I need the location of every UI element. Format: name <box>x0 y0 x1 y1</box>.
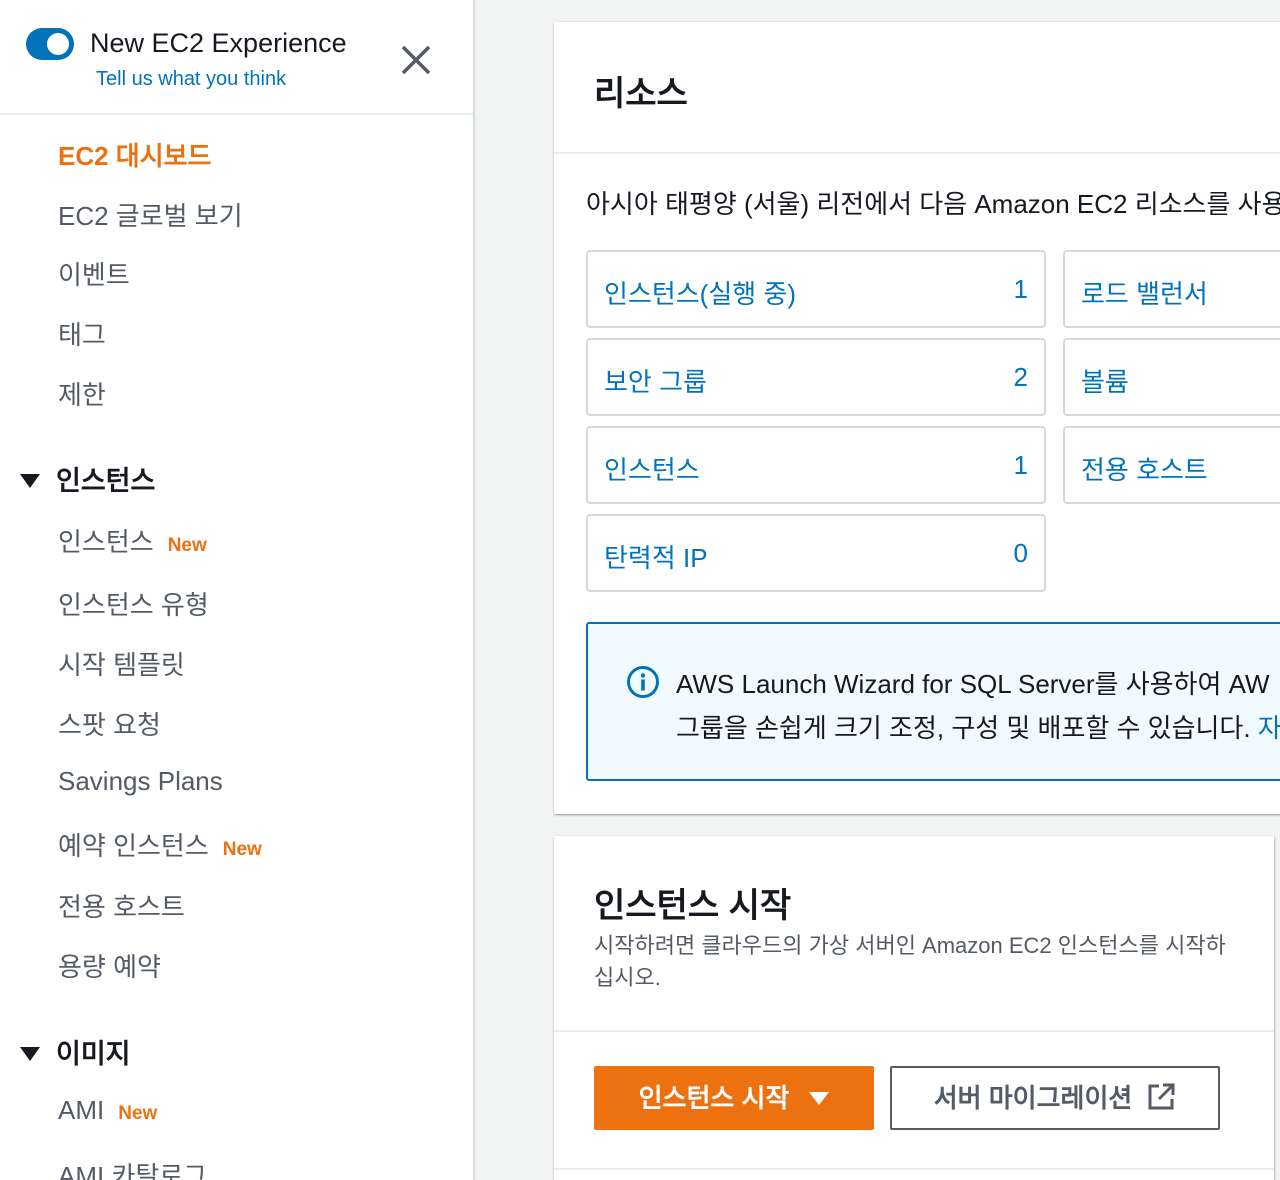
navigation-sidebar: New EC2 Experience Tell us what you thin… <box>0 0 475 1180</box>
divider <box>554 1168 1274 1170</box>
launch-title: 인스턴스 시작 <box>594 887 792 925</box>
new-badge: New <box>222 839 262 860</box>
close-icon[interactable] <box>396 40 436 80</box>
sidebar-item-ec2-global-view[interactable]: EC2 글로벌 보기 <box>58 196 243 233</box>
tile-label: 전용 호스트 <box>1081 455 1208 485</box>
info-alert: AWS Launch Wizard for SQL Server를 사용하여 A… <box>586 622 1280 781</box>
sidebar-item-instance-types[interactable]: 인스턴스 유형 <box>58 585 209 622</box>
button-label: 서버 마이그레이션 <box>933 1083 1133 1113</box>
sidebar-item-ec2-dashboard[interactable]: EC2 대시보드 <box>58 136 211 173</box>
launch-instance-button[interactable]: 인스턴스 시작 <box>594 1066 874 1130</box>
resources-card: 리소스 아시아 태평양 (서울) 리전에서 다음 Amazon EC2 리소스를… <box>554 22 1280 814</box>
sidebar-item-savings-plans[interactable]: Savings Plans <box>58 766 223 797</box>
new-experience-toggle[interactable] <box>26 28 74 60</box>
resources-header: 리소스 <box>554 22 1280 154</box>
sidebar-item-label: AMI <box>58 1095 105 1125</box>
tile-label: 보안 그룹 <box>604 367 707 397</box>
info-text-line1: AWS Launch Wizard for SQL Server를 사용하여 A… <box>676 669 1270 699</box>
tile-count: 1 <box>1013 274 1028 304</box>
sidebar-item-ami-catalog[interactable]: AMI 카탈로그 <box>58 1156 207 1180</box>
sidebar-item-instances[interactable]: 인스턴스 New <box>58 522 207 559</box>
caret-down-icon <box>20 1046 40 1061</box>
launch-header: 인스턴스 시작 시작하려면 클라우드의 가상 서버인 Amazon EC2 인스… <box>554 836 1274 1032</box>
tile-label: 볼륨 <box>1081 367 1129 397</box>
sidebar-item-reserved-instances[interactable]: 예약 인스턴스 New <box>58 826 262 863</box>
tile-elastic-ips[interactable]: 탄력적 IP 0 <box>586 514 1046 592</box>
migrate-server-button[interactable]: 서버 마이그레이션 <box>890 1066 1220 1130</box>
sidebar-item-tags[interactable]: 태그 <box>58 315 106 352</box>
external-link-icon <box>1148 1083 1175 1110</box>
experience-title: New EC2 Experience <box>90 28 347 58</box>
section-instances[interactable]: 인스턴스 <box>20 459 155 498</box>
sidebar-item-label: 인스턴스 <box>58 527 154 557</box>
experience-header: New EC2 Experience Tell us what you thin… <box>0 0 473 115</box>
info-text-line2: 그룹을 손쉽게 크기 조정, 구성 및 배포할 수 있습니다. 자 <box>676 708 1280 745</box>
tile-label: 인스턴스(실행 중) <box>604 279 796 309</box>
resources-description: 아시아 태평양 (서울) 리전에서 다음 Amazon EC2 리소스를 사용 <box>586 189 1280 219</box>
sidebar-item-dedicated-hosts[interactable]: 전용 호스트 <box>58 887 185 924</box>
tile-label: 인스턴스 <box>604 455 700 485</box>
info-text: 그룹을 손쉽게 크기 조정, 구성 및 배포할 수 있습니다. <box>676 713 1258 743</box>
new-badge: New <box>167 535 207 556</box>
sidebar-item-launch-templates[interactable]: 시작 템플릿 <box>58 645 185 682</box>
tile-label: 로드 밸런서 <box>1081 279 1208 309</box>
section-images[interactable]: 이미지 <box>20 1032 131 1071</box>
info-link[interactable]: 자 <box>1258 713 1280 743</box>
launch-description: 시작하려면 클라우드의 가상 서버인 Amazon EC2 인스턴스를 시작하십… <box>594 933 1226 990</box>
section-title: 인스턴스 <box>56 466 156 496</box>
tile-security-groups[interactable]: 보안 그룹 2 <box>586 338 1046 416</box>
tile-count: 0 <box>1013 538 1028 568</box>
caret-down-icon <box>20 473 40 488</box>
tile-instances[interactable]: 인스턴스 1 <box>586 426 1046 504</box>
launch-instance-card: 인스턴스 시작 시작하려면 클라우드의 가상 서버인 Amazon EC2 인스… <box>554 836 1274 1180</box>
tile-count: 2 <box>1013 362 1028 392</box>
sidebar-item-ami[interactable]: AMI New <box>58 1095 157 1126</box>
tile-count: 1 <box>1013 450 1028 480</box>
tile-dedicated-hosts[interactable]: 전용 호스트 <box>1063 426 1280 504</box>
tile-load-balancers[interactable]: 로드 밸런서 <box>1063 250 1280 328</box>
tile-label: 탄력적 IP <box>604 543 708 573</box>
toggle-knob <box>47 33 69 55</box>
feedback-link[interactable]: Tell us what you think <box>96 68 286 91</box>
caret-down-icon <box>809 1091 830 1105</box>
sidebar-item-label: 예약 인스턴스 <box>58 831 209 861</box>
tile-volumes[interactable]: 볼륨 <box>1063 338 1280 416</box>
tile-running-instances[interactable]: 인스턴스(실행 중) 1 <box>586 250 1046 328</box>
section-title: 이미지 <box>56 1039 131 1069</box>
new-badge: New <box>118 1103 158 1124</box>
info-icon <box>627 666 659 698</box>
resources-title: 리소스 <box>594 75 688 113</box>
sidebar-item-events[interactable]: 이벤트 <box>58 255 130 292</box>
button-label: 인스턴스 시작 <box>638 1083 790 1113</box>
sidebar-item-spot-requests[interactable]: 스팟 요청 <box>58 705 161 742</box>
sidebar-item-capacity-reservations[interactable]: 용량 예약 <box>58 947 161 984</box>
sidebar-item-limits[interactable]: 제한 <box>58 375 106 412</box>
